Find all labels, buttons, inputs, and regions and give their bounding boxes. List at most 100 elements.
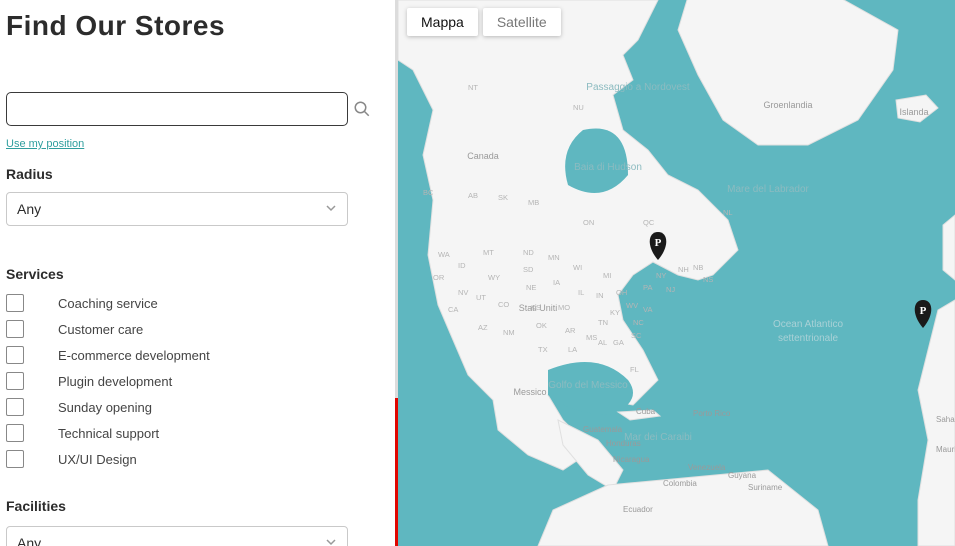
svg-text:SD: SD xyxy=(523,265,534,274)
svg-text:VA: VA xyxy=(643,305,652,314)
service-checkbox[interactable] xyxy=(6,372,24,390)
map-label: Mare del Labrador xyxy=(727,184,809,195)
map-label: Suriname xyxy=(748,483,783,492)
map-label: Porto Rico xyxy=(693,409,731,418)
svg-text:WV: WV xyxy=(626,301,638,310)
svg-text:PA: PA xyxy=(643,283,652,292)
svg-text:FL: FL xyxy=(630,365,639,374)
svg-text:NB: NB xyxy=(693,263,703,272)
map-label: Ocean Atlantico xyxy=(773,319,843,330)
svg-text:MN: MN xyxy=(548,253,560,262)
map-label: Maurit xyxy=(936,445,955,454)
map-svg: Ocean Atlantico settentrionale Passaggio… xyxy=(398,0,955,546)
service-row: Customer care xyxy=(6,320,389,338)
svg-text:TN: TN xyxy=(598,318,608,327)
service-checkbox[interactable] xyxy=(6,294,24,312)
service-checkbox[interactable] xyxy=(6,450,24,468)
svg-text:NC: NC xyxy=(633,318,644,327)
service-checkbox[interactable] xyxy=(6,346,24,364)
svg-text:IN: IN xyxy=(596,291,604,300)
svg-text:MB: MB xyxy=(528,198,539,207)
svg-text:NS: NS xyxy=(703,275,713,284)
search-input[interactable] xyxy=(6,92,348,126)
svg-text:CA: CA xyxy=(448,305,458,314)
map-label: Colombia xyxy=(663,479,697,488)
facilities-block: Facilities Any xyxy=(6,498,389,546)
svg-text:SC: SC xyxy=(631,331,642,340)
svg-text:MS: MS xyxy=(586,333,597,342)
svg-text:WA: WA xyxy=(438,250,450,259)
map-label: Guatemala xyxy=(583,425,623,434)
svg-text:NV: NV xyxy=(458,288,468,297)
service-label: Coaching service xyxy=(58,296,158,311)
svg-text:AL: AL xyxy=(598,338,607,347)
svg-text:BC: BC xyxy=(423,188,434,197)
radius-label: Radius xyxy=(6,166,389,182)
map-label: Islanda xyxy=(899,107,928,117)
svg-text:NL: NL xyxy=(723,208,733,217)
svg-text:MT: MT xyxy=(483,248,494,257)
map-label: Venezuela xyxy=(688,463,726,472)
map-canvas[interactable]: Ocean Atlantico settentrionale Passaggio… xyxy=(398,0,955,546)
map-panel: Mappa Satellite xyxy=(398,0,955,546)
map-label: Canada xyxy=(467,151,499,161)
facilities-value: Any xyxy=(17,535,41,546)
svg-text:OH: OH xyxy=(616,288,627,297)
svg-text:KS: KS xyxy=(531,303,541,312)
radius-select[interactable]: Any xyxy=(6,192,348,226)
map-label: Messico xyxy=(513,387,546,397)
svg-text:WI: WI xyxy=(573,263,582,272)
svg-text:NU: NU xyxy=(573,103,584,112)
map-label: settentrionale xyxy=(778,333,838,344)
map-label: Baia di Hudson xyxy=(574,162,642,173)
svg-text:ON: ON xyxy=(583,218,594,227)
use-my-position-link[interactable]: Use my position xyxy=(6,138,84,150)
app-root: Find Our Stores Use my position Radius A… xyxy=(0,0,955,546)
service-checkbox[interactable] xyxy=(6,424,24,442)
radius-block: Radius Any xyxy=(6,166,389,226)
map-label: Golfo del Messico xyxy=(548,380,628,391)
service-label: Plugin development xyxy=(58,374,172,389)
services-label: Services xyxy=(6,266,389,282)
svg-text:OK: OK xyxy=(536,321,547,330)
service-row: Plugin development xyxy=(6,372,389,390)
facilities-select[interactable]: Any xyxy=(6,526,348,546)
svg-text:QC: QC xyxy=(643,218,655,227)
sidebar: Find Our Stores Use my position Radius A… xyxy=(0,0,395,546)
service-checkbox[interactable] xyxy=(6,398,24,416)
map-type-map[interactable]: Mappa xyxy=(407,8,478,36)
svg-text:MO: MO xyxy=(558,303,570,312)
map-label: Nicaragua xyxy=(613,455,650,464)
map-type-satellite[interactable]: Satellite xyxy=(483,8,561,36)
svg-text:NE: NE xyxy=(526,283,536,292)
svg-text:OR: OR xyxy=(433,273,445,282)
svg-text:AR: AR xyxy=(565,326,576,335)
map-label: Cuba xyxy=(636,407,656,416)
service-label: UX/UI Design xyxy=(58,452,137,467)
services-block: Services Coaching service Customer care … xyxy=(6,266,389,468)
svg-text:CO: CO xyxy=(498,300,509,309)
service-checkbox[interactable] xyxy=(6,320,24,338)
svg-text:NM: NM xyxy=(503,328,515,337)
service-label: E-commerce development xyxy=(58,348,210,363)
svg-text:WY: WY xyxy=(488,273,500,282)
search-icon xyxy=(353,100,371,123)
search-box xyxy=(6,92,389,126)
svg-text:AZ: AZ xyxy=(478,323,488,332)
svg-text:NH: NH xyxy=(678,265,689,274)
map-label: Sahara Occident xyxy=(936,415,955,424)
service-row: Coaching service xyxy=(6,294,389,312)
map-label: Honduras xyxy=(606,439,641,448)
svg-text:UT: UT xyxy=(476,293,486,302)
page-title: Find Our Stores xyxy=(6,10,389,42)
svg-text:AB: AB xyxy=(468,191,478,200)
svg-text:LA: LA xyxy=(568,345,577,354)
chevron-down-icon xyxy=(325,535,337,546)
map-label: Groenlandia xyxy=(763,100,812,110)
svg-text:GA: GA xyxy=(613,338,624,347)
svg-text:MI: MI xyxy=(603,271,611,280)
svg-text:SK: SK xyxy=(498,193,508,202)
radius-value: Any xyxy=(17,201,41,217)
service-row: Sunday opening xyxy=(6,398,389,416)
svg-text:IA: IA xyxy=(553,278,560,287)
